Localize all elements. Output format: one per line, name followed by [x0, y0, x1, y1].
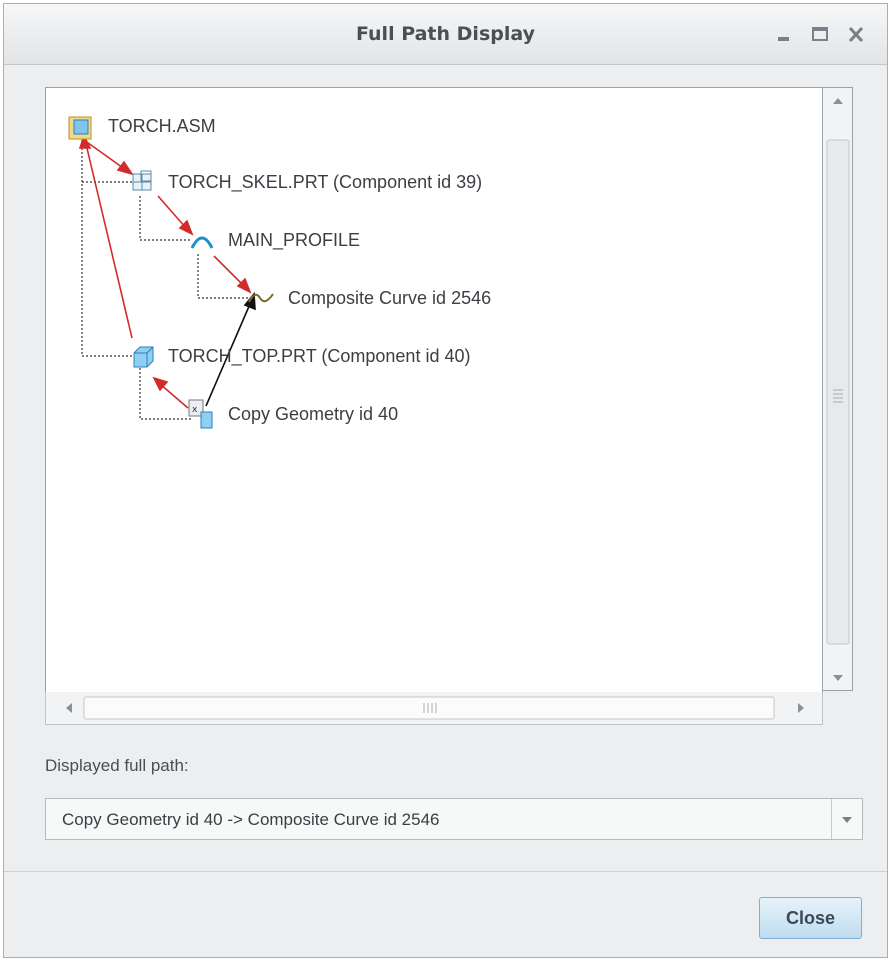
horizontal-scrollbar[interactable]	[45, 692, 823, 725]
skeleton-part-icon	[130, 170, 156, 199]
close-icon[interactable]	[842, 18, 872, 50]
composite-curve-icon	[246, 286, 276, 315]
tree-node-main-profile[interactable]: MAIN_PROFILE	[228, 230, 360, 251]
scroll-down-icon[interactable]	[833, 675, 843, 681]
scroll-right-icon[interactable]	[798, 703, 804, 713]
dialog-title: Full Path Display	[356, 23, 535, 45]
full-path-display-dialog: Full Path Display TORCH.ASM TORCH_SKEL.P…	[3, 3, 888, 958]
close-button[interactable]: Close	[759, 897, 862, 939]
assembly-icon	[68, 116, 92, 145]
vertical-scrollbar[interactable]	[823, 87, 853, 691]
scroll-up-icon[interactable]	[833, 98, 843, 104]
tree-node-copy-geometry[interactable]: Copy Geometry id 40	[228, 404, 398, 425]
footer-divider	[4, 871, 887, 872]
chevron-down-icon[interactable]	[831, 799, 862, 839]
tree-node-torch-asm[interactable]: TORCH.ASM	[108, 116, 216, 137]
vertical-scroll-thumb[interactable]	[826, 139, 850, 645]
copy-geometry-icon: x	[188, 398, 214, 435]
svg-text:x: x	[192, 405, 198, 415]
maximize-icon[interactable]	[804, 18, 834, 50]
scroll-left-icon[interactable]	[66, 703, 72, 713]
tree-node-torch-skel[interactable]: TORCH_SKEL.PRT (Component id 39)	[168, 172, 482, 193]
full-path-dropdown[interactable]: Copy Geometry id 40 -> Composite Curve i…	[45, 798, 863, 840]
tree-node-torch-top[interactable]: TORCH_TOP.PRT (Component id 40)	[168, 346, 470, 367]
horizontal-scroll-thumb[interactable]	[83, 696, 775, 720]
part-icon	[130, 344, 156, 375]
title-bar[interactable]: Full Path Display	[4, 4, 887, 65]
sketch-icon	[188, 228, 216, 257]
model-tree-panel[interactable]: TORCH.ASM TORCH_SKEL.PRT (Component id 3…	[45, 87, 823, 695]
full-path-value: Copy Geometry id 40 -> Composite Curve i…	[62, 810, 440, 829]
displayed-full-path-label: Displayed full path:	[45, 756, 189, 775]
minimize-icon[interactable]	[769, 18, 799, 50]
tree-node-composite-curve[interactable]: Composite Curve id 2546	[288, 288, 491, 309]
